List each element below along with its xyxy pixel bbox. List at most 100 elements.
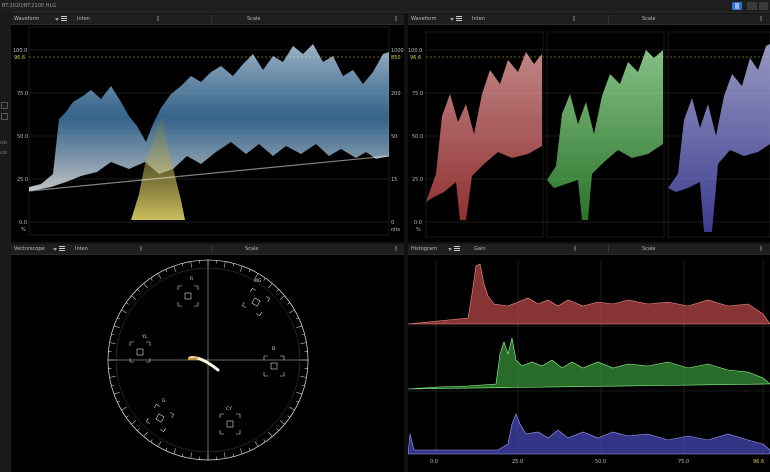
graticule-tick — [109, 376, 116, 378]
sidebar-label-2: nits — [0, 150, 8, 155]
scale-label: Scale — [642, 246, 656, 252]
graticule-tick — [276, 289, 279, 292]
graticule-tick — [295, 317, 299, 320]
graticule-tick — [111, 384, 115, 387]
scale-label: Scale — [642, 16, 656, 22]
graticule-tick — [125, 415, 129, 418]
graticule-tick — [143, 283, 148, 289]
hist-x-tick-75: 75.0 — [678, 459, 689, 465]
graticule-tick — [173, 265, 177, 272]
menu-icon[interactable] — [59, 245, 65, 251]
intensity-label: Inten — [77, 16, 90, 22]
graticule-tick — [263, 439, 266, 443]
scope-type-select[interactable]: Vectorscope — [14, 246, 45, 252]
graticule-tick — [248, 269, 251, 273]
graticule-tick — [254, 273, 259, 279]
scale-slider[interactable] — [760, 246, 762, 251]
tick-right-200: 200 — [391, 91, 401, 97]
intensity-slider[interactable] — [573, 16, 575, 21]
gain-slider[interactable] — [574, 246, 576, 251]
chevron-down-icon[interactable] — [53, 248, 57, 251]
graticule-tick — [113, 391, 120, 395]
layout-2-button[interactable] — [747, 2, 757, 10]
target-label-yl: YL — [141, 334, 148, 340]
graticule-tick — [268, 283, 273, 289]
intensity-slider[interactable] — [157, 16, 159, 21]
graticule-tick — [125, 302, 129, 305]
sidebar-toggle-1[interactable] — [1, 102, 8, 109]
graticule-tick — [296, 325, 303, 329]
red-trace — [426, 52, 542, 220]
graticule-tick — [157, 441, 162, 447]
unit-left: % — [416, 227, 421, 233]
graticule-tick — [150, 439, 153, 443]
waveform-luma-plot: 100.0 96.6 75.0 50.0 25.0 0.0 % 1000 850… — [13, 26, 404, 236]
graticule-tick — [239, 265, 243, 272]
graticule-tick — [287, 302, 291, 305]
graticule-tick — [254, 441, 259, 447]
intensity-label: Inten — [472, 16, 485, 22]
menu-icon[interactable] — [454, 245, 460, 251]
graticule-tick — [232, 263, 235, 267]
graticule-tick — [289, 406, 295, 411]
graticule-tick — [165, 447, 168, 451]
tick-left-100: 100.0 — [13, 48, 27, 54]
graticule-tick — [289, 309, 295, 314]
intensity-slider[interactable] — [140, 246, 142, 251]
graticule-tick — [279, 295, 285, 300]
graticule-tick — [190, 452, 192, 459]
scope-type-select[interactable]: Waveform — [14, 16, 39, 22]
graticule-tick — [137, 289, 140, 292]
chevron-down-icon[interactable] — [450, 18, 454, 21]
graticule-tick — [137, 428, 140, 431]
scope-type-select[interactable]: Waveform — [411, 16, 436, 22]
sidebar-toggle-2[interactable] — [1, 113, 8, 120]
hist-x-tick-0: 0.0 — [430, 459, 438, 465]
graticule-tick — [157, 273, 162, 279]
graticule-tick — [287, 415, 291, 418]
graticule-tick — [224, 452, 226, 459]
sidebar-label-1: nits — [0, 140, 8, 145]
target-label-mg: MG — [254, 278, 262, 284]
menu-icon[interactable] — [456, 15, 462, 21]
graticule-tick — [117, 400, 121, 403]
scale-slider[interactable] — [395, 246, 397, 251]
scope-type-select[interactable]: Histogram — [411, 246, 437, 252]
graticule-tick — [276, 428, 279, 431]
grid-icon — [735, 3, 739, 9]
graticule-tick — [263, 277, 266, 281]
divider — [211, 245, 212, 253]
luma-trace — [29, 44, 389, 191]
scale-slider[interactable] — [395, 16, 397, 21]
graticule-tick — [301, 384, 305, 387]
graticule-tick — [121, 309, 127, 314]
unit-right: nits — [391, 227, 401, 233]
graticule-tick — [279, 420, 285, 425]
graticule-tick — [113, 325, 120, 329]
target-label-g: G — [162, 398, 166, 404]
scale-slider[interactable] — [760, 16, 762, 21]
tick-left-0: 0.0 — [19, 220, 27, 226]
tick-right-1000: 1000 — [391, 48, 404, 54]
graticule-tick — [239, 448, 243, 455]
hist-x-tick-50: 50.0 — [595, 459, 606, 465]
tick-left-96: 96.6 — [410, 55, 421, 61]
graticule-tick — [248, 447, 251, 451]
gain-label: Gain — [474, 246, 486, 252]
tick-left-25: 25.0 — [412, 177, 423, 183]
chevron-down-icon[interactable] — [55, 18, 59, 21]
graticule-tick — [224, 261, 226, 268]
graticule-tick — [150, 277, 153, 281]
layout-1-button[interactable] — [732, 2, 742, 10]
graticule-tick — [300, 376, 307, 378]
intensity-label: Inten — [75, 246, 88, 252]
waveform-luma-panel: Waveform Inten Scale 100.0 96.6 75.0 50.… — [11, 14, 404, 242]
waveform-rgb-panel: Waveform Inten Scale 100.0 96.6 75.0 50.… — [408, 14, 770, 242]
chevron-down-icon[interactable] — [448, 248, 452, 251]
menu-icon[interactable] — [61, 15, 67, 21]
histogram-panel: Histogram Gain Scale 0.0 25.0 50.0 75.0 … — [408, 244, 770, 472]
tick-right-15: 15 — [391, 177, 397, 183]
tick-left-50: 50.0 — [412, 134, 423, 140]
graticule-tick — [300, 342, 307, 344]
layout-3-button[interactable] — [759, 2, 768, 10]
